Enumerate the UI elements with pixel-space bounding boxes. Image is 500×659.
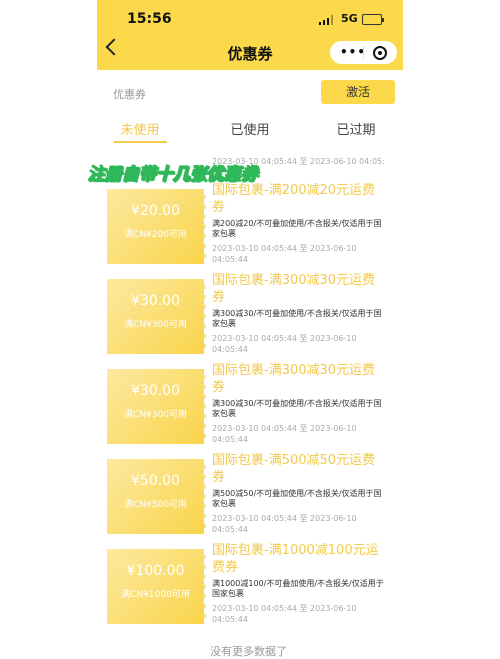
coupon-desc: 满200减20/不可叠加使用/不含报关/仅适用于国家包裹: [212, 219, 382, 238]
coupon-condition: 满CN¥300可用: [124, 410, 187, 420]
coupon-stub: ¥30.00 满CN¥300可用: [107, 369, 206, 444]
coupon-amount: ¥100.00: [126, 563, 185, 579]
coupon-title: 国际包裹-满500减50元运费券: [212, 453, 376, 485]
coupon-condition: 满CN¥1000可用: [121, 590, 190, 600]
coupon-desc: 满300减30/不可叠加使用/不含报关/仅适用于国家包裹: [212, 309, 382, 328]
coupon-card[interactable]: ¥100.00 满CN¥1000可用 国际包裹-满1000减100元运费券 满1…: [97, 542, 403, 628]
header-bar: 15:56 5G 优惠券 •••: [97, 0, 403, 70]
coupon-amount: ¥50.00: [131, 473, 180, 489]
capsule-divider: [363, 46, 364, 59]
coupon-card[interactable]: ¥30.00 满CN¥300可用 国际包裹-满300减30元运费券 满300减3…: [97, 272, 403, 358]
coupon-stub: ¥50.00 满CN¥500可用: [107, 459, 206, 534]
coupon-title: 国际包裹-满1000减100元运费券: [212, 543, 379, 575]
coupon-title: 国际包裹-满300减30元运费券: [212, 273, 376, 305]
coupon-amount: ¥30.00: [131, 293, 180, 309]
coupon-stub: ¥20.00 满CN¥200可用: [107, 189, 206, 264]
coupon-desc: 满500减50/不可叠加使用/不含报关/仅适用于国家包裹: [212, 489, 382, 508]
phone-screen: 15:56 5G 优惠券 ••• 优惠券 激活 未使用 已使用 已过期 2023…: [97, 0, 403, 659]
coupon-condition: 满CN¥500可用: [124, 500, 187, 510]
coupon-card[interactable]: ¥30.00 满CN¥300可用 国际包裹-满300减30元运费券 满300减3…: [97, 362, 403, 448]
coupon-desc: 满1000减100/不可叠加使用/不含报关/仅适用于国家包裹: [212, 579, 384, 598]
coupon-card[interactable]: ¥20.00 满CN¥200可用 国际包裹-满200减20元运费券 满200减2…: [97, 182, 403, 268]
coupon-amount: ¥30.00: [131, 383, 180, 399]
tab-expired[interactable]: 已过期: [321, 119, 391, 138]
coupon-date: 2023-03-10 04:05:44 至 2023-06-10 04:05:4…: [212, 424, 357, 444]
coupon-condition: 满CN¥300可用: [124, 320, 187, 330]
coupon-stub: ¥30.00 满CN¥300可用: [107, 279, 206, 354]
coupon-amount: ¥20.00: [131, 203, 180, 219]
coupon-date: 2023-03-10 04:05:44 至 2023-06-10 04:05:4…: [212, 514, 357, 534]
coupon-condition: 满CN¥200可用: [124, 230, 187, 240]
network-label: 5G: [341, 12, 358, 25]
coupon-desc: 满300减30/不可叠加使用/不含报关/仅适用于国家包裹: [212, 399, 382, 418]
coupon-date: 2023-03-10 04:05:44 至 2023-06-10 04:05:4…: [212, 244, 357, 264]
coupon-card[interactable]: ¥50.00 满CN¥500可用 国际包裹-满500减50元运费券 满500减5…: [97, 452, 403, 538]
coupon-stub: ¥100.00 满CN¥1000可用: [107, 549, 206, 624]
activate-button[interactable]: 激活: [321, 80, 395, 104]
coupon-title: 国际包裹-满200减20元运费券: [212, 183, 376, 215]
coupon-title: 国际包裹-满300减30元运费券: [212, 363, 376, 395]
coupon-date: 2023-03-10 04:05:44 至 2023-06-10 04:05:4…: [212, 334, 357, 354]
tab-active-indicator: [114, 141, 167, 143]
coupon-code-label[interactable]: 优惠券: [113, 86, 146, 102]
status-time: 15:56: [127, 11, 172, 27]
mini-program-capsule[interactable]: •••: [330, 41, 397, 64]
tab-unused[interactable]: 未使用: [105, 119, 175, 138]
signal-icon: [319, 15, 333, 25]
battery-icon: [362, 14, 384, 25]
tab-used[interactable]: 已使用: [215, 119, 285, 138]
no-more-data-text: 没有更多数据了: [210, 645, 287, 658]
coupon-date: 2023-03-10 04:05:44 至 2023-06-10 04:05:4…: [212, 604, 357, 624]
close-target-icon[interactable]: [373, 46, 387, 60]
promo-overlay-text: 注册自带十几张优惠券: [88, 165, 259, 186]
